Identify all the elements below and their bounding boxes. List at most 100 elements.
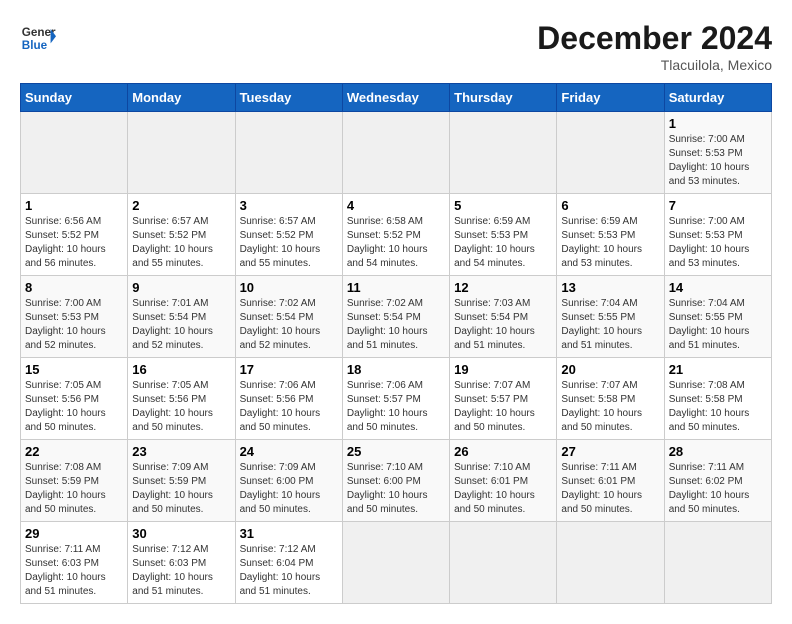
calendar-cell [557, 522, 664, 604]
location: Tlacuilola, Mexico [537, 57, 772, 73]
day-info: Sunrise: 7:02 AMSunset: 5:54 PMDaylight:… [240, 297, 338, 353]
weekday-header-row: SundayMondayTuesdayWednesdayThursdayFrid… [21, 84, 772, 112]
calendar-cell [664, 522, 771, 604]
day-number: 28 [669, 444, 767, 459]
calendar-cell: 30 Sunrise: 7:12 AMSunset: 6:03 PMDaylig… [128, 522, 235, 604]
day-info: Sunrise: 6:58 AMSunset: 5:52 PMDaylight:… [347, 215, 445, 271]
calendar-cell [342, 112, 449, 194]
day-number: 14 [669, 280, 767, 295]
calendar-cell: 23 Sunrise: 7:09 AMSunset: 5:59 PMDaylig… [128, 440, 235, 522]
day-info: Sunrise: 7:11 AMSunset: 6:01 PMDaylight:… [561, 461, 659, 517]
calendar-cell: 13 Sunrise: 7:04 AMSunset: 5:55 PMDaylig… [557, 276, 664, 358]
day-info: Sunrise: 7:06 AMSunset: 5:57 PMDaylight:… [347, 379, 445, 435]
calendar-week-5: 22 Sunrise: 7:08 AMSunset: 5:59 PMDaylig… [21, 440, 772, 522]
day-number: 31 [240, 526, 338, 541]
calendar-cell [450, 522, 557, 604]
weekday-header-friday: Friday [557, 84, 664, 112]
calendar-cell: 4 Sunrise: 6:58 AMSunset: 5:52 PMDayligh… [342, 194, 449, 276]
calendar-week-6: 29 Sunrise: 7:11 AMSunset: 6:03 PMDaylig… [21, 522, 772, 604]
calendar-week-3: 8 Sunrise: 7:00 AMSunset: 5:53 PMDayligh… [21, 276, 772, 358]
calendar-cell: 5 Sunrise: 6:59 AMSunset: 5:53 PMDayligh… [450, 194, 557, 276]
day-info: Sunrise: 6:59 AMSunset: 5:53 PMDaylight:… [561, 215, 659, 271]
calendar-cell: 31 Sunrise: 7:12 AMSunset: 6:04 PMDaylig… [235, 522, 342, 604]
calendar-cell: 29 Sunrise: 7:11 AMSunset: 6:03 PMDaylig… [21, 522, 128, 604]
day-number: 19 [454, 362, 552, 377]
logo: General Blue [20, 20, 60, 56]
day-info: Sunrise: 7:05 AMSunset: 5:56 PMDaylight:… [132, 379, 230, 435]
calendar-cell: 10 Sunrise: 7:02 AMSunset: 5:54 PMDaylig… [235, 276, 342, 358]
day-info: Sunrise: 7:00 AMSunset: 5:53 PMDaylight:… [25, 297, 123, 353]
calendar-cell: 16 Sunrise: 7:05 AMSunset: 5:56 PMDaylig… [128, 358, 235, 440]
calendar-cell [557, 112, 664, 194]
day-number: 26 [454, 444, 552, 459]
day-info: Sunrise: 6:57 AMSunset: 5:52 PMDaylight:… [132, 215, 230, 271]
day-info: Sunrise: 7:05 AMSunset: 5:56 PMDaylight:… [25, 379, 123, 435]
calendar-cell: 2 Sunrise: 6:57 AMSunset: 5:52 PMDayligh… [128, 194, 235, 276]
day-info: Sunrise: 7:09 AMSunset: 5:59 PMDaylight:… [132, 461, 230, 517]
day-number: 10 [240, 280, 338, 295]
day-number: 2 [132, 198, 230, 213]
day-info: Sunrise: 7:07 AMSunset: 5:57 PMDaylight:… [454, 379, 552, 435]
calendar-cell: 19 Sunrise: 7:07 AMSunset: 5:57 PMDaylig… [450, 358, 557, 440]
day-number: 8 [25, 280, 123, 295]
day-number: 9 [132, 280, 230, 295]
weekday-header-thursday: Thursday [450, 84, 557, 112]
day-number: 3 [240, 198, 338, 213]
day-number: 13 [561, 280, 659, 295]
day-info: Sunrise: 7:12 AMSunset: 6:04 PMDaylight:… [240, 543, 338, 599]
calendar-cell [21, 112, 128, 194]
calendar-cell: 1 Sunrise: 6:56 AMSunset: 5:52 PMDayligh… [21, 194, 128, 276]
calendar-cell [450, 112, 557, 194]
calendar-cell: 3 Sunrise: 6:57 AMSunset: 5:52 PMDayligh… [235, 194, 342, 276]
day-number: 17 [240, 362, 338, 377]
day-info: Sunrise: 7:08 AMSunset: 5:59 PMDaylight:… [25, 461, 123, 517]
day-number: 21 [669, 362, 767, 377]
calendar-cell: 8 Sunrise: 7:00 AMSunset: 5:53 PMDayligh… [21, 276, 128, 358]
day-info: Sunrise: 6:57 AMSunset: 5:52 PMDaylight:… [240, 215, 338, 271]
calendar-cell [342, 522, 449, 604]
day-number: 22 [25, 444, 123, 459]
calendar-cell: 12 Sunrise: 7:03 AMSunset: 5:54 PMDaylig… [450, 276, 557, 358]
day-number: 27 [561, 444, 659, 459]
calendar-cell: 14 Sunrise: 7:04 AMSunset: 5:55 PMDaylig… [664, 276, 771, 358]
calendar-cell: 25 Sunrise: 7:10 AMSunset: 6:00 PMDaylig… [342, 440, 449, 522]
day-info: Sunrise: 7:00 AMSunset: 5:53 PMDaylight:… [669, 215, 767, 271]
day-info: Sunrise: 7:01 AMSunset: 5:54 PMDaylight:… [132, 297, 230, 353]
day-info: Sunrise: 7:04 AMSunset: 5:55 PMDaylight:… [561, 297, 659, 353]
calendar-cell [128, 112, 235, 194]
day-info: Sunrise: 7:12 AMSunset: 6:03 PMDaylight:… [132, 543, 230, 599]
calendar-cell: 18 Sunrise: 7:06 AMSunset: 5:57 PMDaylig… [342, 358, 449, 440]
weekday-header-monday: Monday [128, 84, 235, 112]
calendar-cell: 28 Sunrise: 7:11 AMSunset: 6:02 PMDaylig… [664, 440, 771, 522]
calendar-table: SundayMondayTuesdayWednesdayThursdayFrid… [20, 83, 772, 604]
day-number: 16 [132, 362, 230, 377]
calendar-cell [235, 112, 342, 194]
day-number: 18 [347, 362, 445, 377]
calendar-week-2: 1 Sunrise: 6:56 AMSunset: 5:52 PMDayligh… [21, 194, 772, 276]
calendar-cell: 6 Sunrise: 6:59 AMSunset: 5:53 PMDayligh… [557, 194, 664, 276]
day-number: 20 [561, 362, 659, 377]
page-header: General Blue December 2024 Tlacuilola, M… [20, 20, 772, 73]
day-number: 29 [25, 526, 123, 541]
day-info: Sunrise: 7:10 AMSunset: 6:00 PMDaylight:… [347, 461, 445, 517]
calendar-cell: 7 Sunrise: 7:00 AMSunset: 5:53 PMDayligh… [664, 194, 771, 276]
day-info: Sunrise: 6:59 AMSunset: 5:53 PMDaylight:… [454, 215, 552, 271]
day-info: Sunrise: 7:03 AMSunset: 5:54 PMDaylight:… [454, 297, 552, 353]
day-number: 24 [240, 444, 338, 459]
day-number: 5 [454, 198, 552, 213]
day-info: Sunrise: 7:11 AMSunset: 6:02 PMDaylight:… [669, 461, 767, 517]
day-info: Sunrise: 7:00 AMSunset: 5:53 PMDaylight:… [669, 133, 767, 189]
day-info: Sunrise: 7:08 AMSunset: 5:58 PMDaylight:… [669, 379, 767, 435]
title-block: December 2024 Tlacuilola, Mexico [537, 20, 772, 73]
calendar-cell: 21 Sunrise: 7:08 AMSunset: 5:58 PMDaylig… [664, 358, 771, 440]
day-number: 6 [561, 198, 659, 213]
day-info: Sunrise: 7:02 AMSunset: 5:54 PMDaylight:… [347, 297, 445, 353]
calendar-week-1: 1 Sunrise: 7:00 AMSunset: 5:53 PMDayligh… [21, 112, 772, 194]
day-number: 1 [25, 198, 123, 213]
weekday-header-saturday: Saturday [664, 84, 771, 112]
calendar-cell: 9 Sunrise: 7:01 AMSunset: 5:54 PMDayligh… [128, 276, 235, 358]
calendar-cell: 1 Sunrise: 7:00 AMSunset: 5:53 PMDayligh… [664, 112, 771, 194]
calendar-cell: 26 Sunrise: 7:10 AMSunset: 6:01 PMDaylig… [450, 440, 557, 522]
day-info: Sunrise: 7:04 AMSunset: 5:55 PMDaylight:… [669, 297, 767, 353]
calendar-cell: 22 Sunrise: 7:08 AMSunset: 5:59 PMDaylig… [21, 440, 128, 522]
